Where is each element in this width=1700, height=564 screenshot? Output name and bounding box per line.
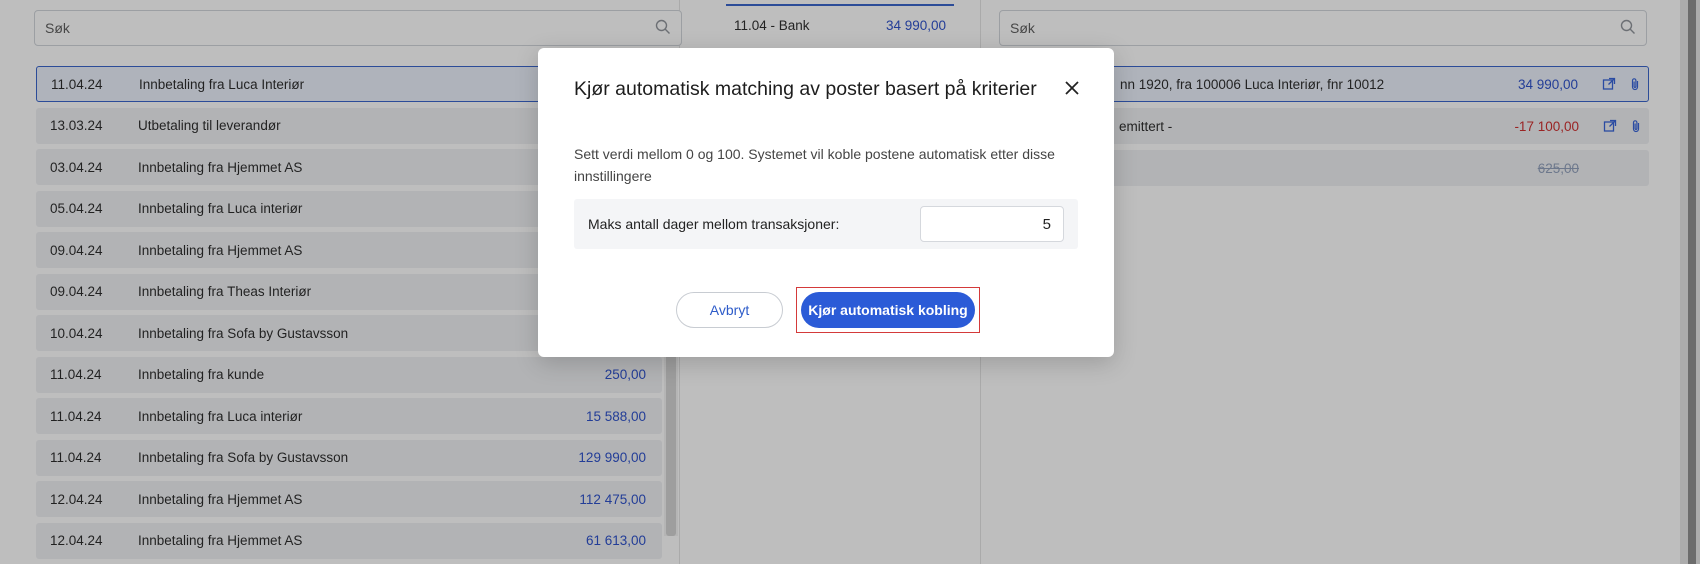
dialog-description: Sett verdi mellom 0 og 100. Systemet vil… xyxy=(574,146,1055,184)
run-auto-match-button[interactable]: Kjør automatisk kobling xyxy=(801,292,975,328)
run-button-highlight: Kjør automatisk kobling xyxy=(796,287,980,333)
max-days-label: Maks antall dager mellom transaksjoner: xyxy=(588,216,840,232)
dialog-title: Kjør automatisk matching av poster baser… xyxy=(574,78,1037,100)
max-days-field-row: Maks antall dager mellom transaksjoner: xyxy=(574,199,1078,249)
auto-match-dialog: Kjør automatisk matching av poster baser… xyxy=(538,48,1114,357)
cancel-button[interactable]: Avbryt xyxy=(676,292,783,328)
max-days-input[interactable] xyxy=(920,206,1064,242)
close-icon[interactable] xyxy=(1060,76,1084,100)
